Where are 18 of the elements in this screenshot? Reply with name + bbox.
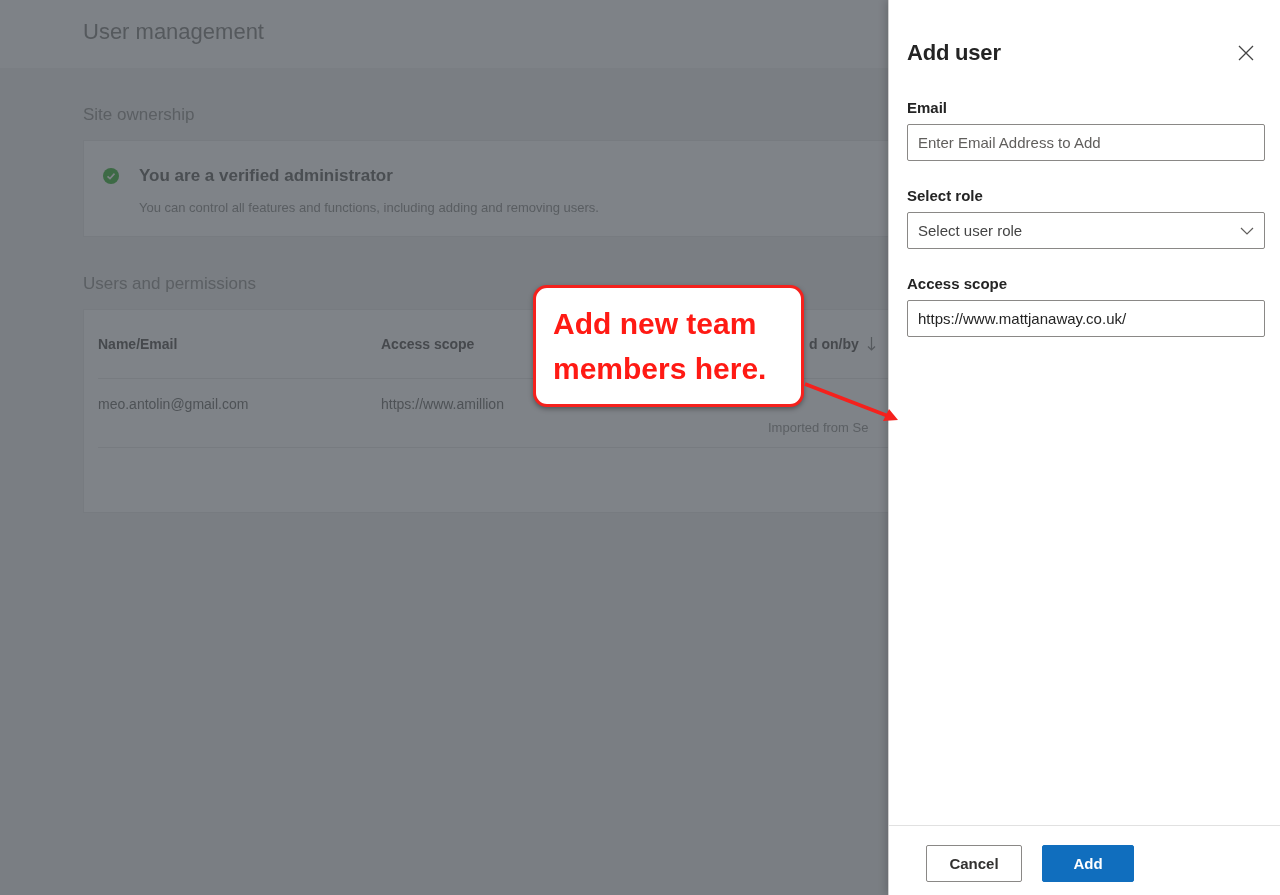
input-field[interactable]: https://www.mattjanaway.co.uk/ xyxy=(907,300,1265,337)
close-icon xyxy=(1238,45,1254,61)
arrow-down-icon xyxy=(866,337,876,351)
column-header: d on/by xyxy=(809,336,859,352)
panel-title: Add user xyxy=(907,40,1001,66)
primary-button[interactable]: Add xyxy=(1042,845,1134,882)
secondary-button[interactable]: Cancel xyxy=(926,845,1022,882)
column-header: Name/Email xyxy=(98,336,178,352)
dropdown-field[interactable]: Select user role xyxy=(907,212,1265,249)
close-button[interactable] xyxy=(1238,45,1254,61)
field-label: Select role xyxy=(907,186,983,206)
check-circle-icon xyxy=(103,168,119,184)
column-header: Access scope xyxy=(381,336,475,352)
field-label: Email xyxy=(907,98,948,118)
field-label: Access scope xyxy=(907,274,1008,294)
chevron-down-icon xyxy=(1240,226,1254,235)
annotation-callout: Add new team members here. xyxy=(533,285,804,407)
input-field[interactable]: Enter Email Address to Add xyxy=(907,124,1265,161)
